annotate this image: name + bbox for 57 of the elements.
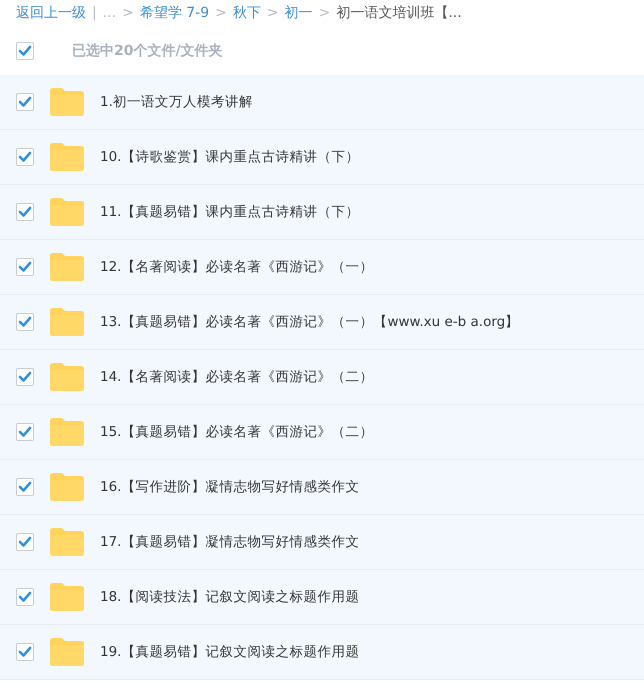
- folder-icon: [50, 638, 84, 666]
- separator-text: >: [318, 5, 330, 21]
- folder-icon: [50, 198, 84, 226]
- file-row[interactable]: 12.【名著阅读】必读名著《西游记》（一）: [0, 240, 644, 295]
- folder-name: 16.【写作进阶】凝情志物写好情感类作文: [100, 478, 360, 496]
- breadcrumb-item[interactable]: 初一: [284, 4, 313, 22]
- folder-name: 17.【真题易错】凝情志物写好情感类作文: [100, 533, 360, 551]
- checkbox[interactable]: [16, 533, 34, 551]
- folder-name: 14.【名著阅读】必读名著《西游记》（二）: [100, 368, 374, 386]
- checkbox[interactable]: [16, 93, 34, 111]
- folder-icon: [50, 253, 84, 281]
- checkbox[interactable]: [16, 643, 34, 661]
- folder-name: 13.【真题易错】必读名著《西游记》（一）【www.xu e-b a.org】: [100, 313, 520, 331]
- file-row[interactable]: 1.初一语文万人模考讲解: [0, 75, 644, 130]
- file-row[interactable]: 14.【名著阅读】必读名著《西游记》（二）: [0, 350, 644, 405]
- file-row[interactable]: 10.【诗歌鉴赏】课内重点古诗精讲（下）: [0, 130, 644, 185]
- folder-icon: [50, 528, 84, 556]
- checkbox[interactable]: [16, 478, 34, 496]
- breadcrumb-item[interactable]: 秋下: [232, 4, 261, 22]
- folder-icon: [50, 308, 84, 336]
- folder-icon: [50, 583, 84, 611]
- checkbox[interactable]: [16, 313, 34, 331]
- folder-name: 15.【真题易错】必读名著《西游记》（二）: [100, 423, 374, 441]
- breadcrumb-item: 初一语文培训班【...: [336, 4, 462, 22]
- file-row[interactable]: 11.【真题易错】课内重点古诗精讲（下）: [0, 185, 644, 240]
- folder-icon: [50, 88, 84, 116]
- file-row[interactable]: 16.【写作进阶】凝情志物写好情感类作文: [0, 460, 644, 515]
- folder-name: 11.【真题易错】课内重点古诗精讲（下）: [100, 203, 360, 221]
- divider-text: |: [92, 5, 97, 21]
- file-row[interactable]: 19.【真题易错】记叙文阅读之标题作用题: [0, 625, 644, 680]
- folder-icon: [50, 473, 84, 501]
- separator-text: >: [122, 5, 134, 21]
- folder-name: 1.初一语文万人模考讲解: [100, 93, 253, 111]
- checkbox[interactable]: [16, 258, 34, 276]
- breadcrumb-item[interactable]: 希望学 7-9: [140, 4, 210, 22]
- folder-icon: [50, 418, 84, 446]
- file-row[interactable]: 15.【真题易错】必读名著《西游记》（二）: [0, 405, 644, 460]
- checkbox[interactable]: [16, 203, 34, 221]
- separator-text: >: [215, 5, 227, 21]
- folder-name: 12.【名著阅读】必读名著《西游记》（一）: [100, 258, 374, 276]
- checkbox[interactable]: [16, 423, 34, 441]
- file-row[interactable]: 17.【真题易错】凝情志物写好情感类作文: [0, 515, 644, 570]
- folder-icon: [50, 143, 84, 171]
- separator-text: >: [266, 5, 279, 21]
- folder-icon: [50, 363, 84, 391]
- selection-count: 已选中20个文件/文件夹: [72, 42, 223, 60]
- checkbox[interactable]: [16, 42, 34, 60]
- ellipsis-text: ...: [102, 5, 116, 21]
- checkbox[interactable]: [16, 148, 34, 166]
- folder-name: 18.【阅读技法】记叙文阅读之标题作用题: [100, 588, 360, 606]
- checkbox[interactable]: [16, 588, 34, 606]
- folder-name: 10.【诗歌鉴赏】课内重点古诗精讲（下）: [100, 148, 360, 166]
- checkbox[interactable]: [16, 368, 34, 386]
- folder-name: 19.【真题易错】记叙文阅读之标题作用题: [100, 643, 360, 661]
- file-row[interactable]: 18.【阅读技法】记叙文阅读之标题作用题: [0, 570, 644, 625]
- file-row[interactable]: 13.【真题易错】必读名著《西游记》（一）【www.xu e-b a.org】: [0, 295, 644, 350]
- back-link[interactable]: 返回上一级: [16, 4, 86, 22]
